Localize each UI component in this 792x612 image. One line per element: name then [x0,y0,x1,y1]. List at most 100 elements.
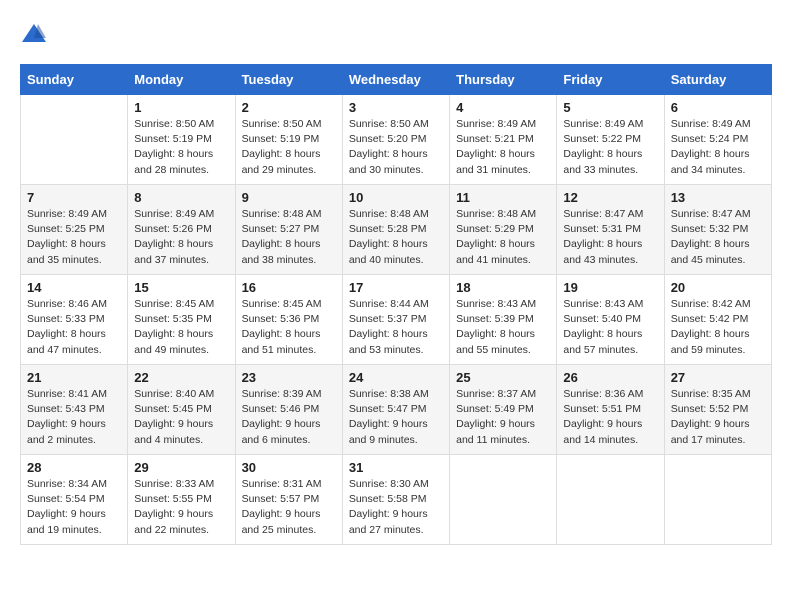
calendar-cell [21,95,128,185]
day-number: 13 [671,190,765,205]
day-number: 12 [563,190,657,205]
header-day: Wednesday [342,65,449,95]
calendar-cell: 2 Sunrise: 8:50 AM Sunset: 5:19 PM Daylig… [235,95,342,185]
day-number: 21 [27,370,121,385]
calendar-week: 28 Sunrise: 8:34 AM Sunset: 5:54 PM Dayli… [21,455,772,545]
day-info: Sunrise: 8:42 AM Sunset: 5:42 PM Dayligh… [671,297,765,358]
day-info: Sunrise: 8:40 AM Sunset: 5:45 PM Dayligh… [134,387,228,448]
day-info: Sunrise: 8:43 AM Sunset: 5:39 PM Dayligh… [456,297,550,358]
calendar-cell: 6 Sunrise: 8:49 AM Sunset: 5:24 PM Daylig… [664,95,771,185]
day-info: Sunrise: 8:49 AM Sunset: 5:24 PM Dayligh… [671,117,765,178]
calendar-cell [557,455,664,545]
calendar-cell: 18 Sunrise: 8:43 AM Sunset: 5:39 PM Dayli… [450,275,557,365]
day-number: 23 [242,370,336,385]
calendar-body: 1 Sunrise: 8:50 AM Sunset: 5:19 PM Daylig… [21,95,772,545]
day-info: Sunrise: 8:45 AM Sunset: 5:36 PM Dayligh… [242,297,336,358]
day-number: 27 [671,370,765,385]
calendar-cell: 20 Sunrise: 8:42 AM Sunset: 5:42 PM Dayli… [664,275,771,365]
day-info: Sunrise: 8:50 AM Sunset: 5:19 PM Dayligh… [134,117,228,178]
day-number: 5 [563,100,657,115]
calendar-cell [450,455,557,545]
calendar-cell: 8 Sunrise: 8:49 AM Sunset: 5:26 PM Daylig… [128,185,235,275]
day-number: 2 [242,100,336,115]
calendar-cell: 10 Sunrise: 8:48 AM Sunset: 5:28 PM Dayli… [342,185,449,275]
day-number: 19 [563,280,657,295]
calendar-cell: 14Sunrise: 8:46 AM Sunset: 5:33 PM Dayli… [21,275,128,365]
day-number: 4 [456,100,550,115]
day-info: Sunrise: 8:49 AM Sunset: 5:22 PM Dayligh… [563,117,657,178]
day-number: 20 [671,280,765,295]
header-day: Tuesday [235,65,342,95]
day-info: Sunrise: 8:49 AM Sunset: 5:21 PM Dayligh… [456,117,550,178]
day-number: 9 [242,190,336,205]
day-number: 30 [242,460,336,475]
day-number: 24 [349,370,443,385]
calendar-cell: 4 Sunrise: 8:49 AM Sunset: 5:21 PM Daylig… [450,95,557,185]
day-info: Sunrise: 8:48 AM Sunset: 5:28 PM Dayligh… [349,207,443,268]
day-info: Sunrise: 8:48 AM Sunset: 5:27 PM Dayligh… [242,207,336,268]
header-day: Friday [557,65,664,95]
calendar-week: 14Sunrise: 8:46 AM Sunset: 5:33 PM Dayli… [21,275,772,365]
calendar-cell: 7 Sunrise: 8:49 AM Sunset: 5:25 PM Daylig… [21,185,128,275]
page-header [20,20,772,48]
day-number: 26 [563,370,657,385]
logo-icon [20,20,48,48]
day-info: Sunrise: 8:33 AM Sunset: 5:55 PM Dayligh… [134,477,228,538]
day-number: 29 [134,460,228,475]
day-info: Sunrise: 8:47 AM Sunset: 5:31 PM Dayligh… [563,207,657,268]
calendar-cell: 24 Sunrise: 8:38 AM Sunset: 5:47 PM Dayli… [342,365,449,455]
day-number: 6 [671,100,765,115]
calendar-cell: 23Sunrise: 8:39 AM Sunset: 5:46 PM Dayli… [235,365,342,455]
day-number: 8 [134,190,228,205]
header-day: Thursday [450,65,557,95]
day-number: 11 [456,190,550,205]
day-number: 3 [349,100,443,115]
calendar-cell: 27 Sunrise: 8:35 AM Sunset: 5:52 PM Dayli… [664,365,771,455]
day-info: Sunrise: 8:49 AM Sunset: 5:25 PM Dayligh… [27,207,121,268]
day-info: Sunrise: 8:35 AM Sunset: 5:52 PM Dayligh… [671,387,765,448]
calendar-week: 7 Sunrise: 8:49 AM Sunset: 5:25 PM Daylig… [21,185,772,275]
day-info: Sunrise: 8:30 AM Sunset: 5:58 PM Dayligh… [349,477,443,538]
day-info: Sunrise: 8:49 AM Sunset: 5:26 PM Dayligh… [134,207,228,268]
day-number: 10 [349,190,443,205]
day-info: Sunrise: 8:43 AM Sunset: 5:40 PM Dayligh… [563,297,657,358]
calendar-cell: 13 Sunrise: 8:47 AM Sunset: 5:32 PM Dayli… [664,185,771,275]
header-day: Monday [128,65,235,95]
day-info: Sunrise: 8:50 AM Sunset: 5:19 PM Dayligh… [242,117,336,178]
day-number: 15 [134,280,228,295]
calendar-cell: 15 Sunrise: 8:45 AM Sunset: 5:35 PM Dayli… [128,275,235,365]
calendar-cell: 11 Sunrise: 8:48 AM Sunset: 5:29 PM Dayli… [450,185,557,275]
calendar-cell: 21 Sunrise: 8:41 AM Sunset: 5:43 PM Dayli… [21,365,128,455]
day-info: Sunrise: 8:44 AM Sunset: 5:37 PM Dayligh… [349,297,443,358]
day-number: 14 [27,280,121,295]
day-number: 18 [456,280,550,295]
day-info: Sunrise: 8:45 AM Sunset: 5:35 PM Dayligh… [134,297,228,358]
calendar-cell: 25 Sunrise: 8:37 AM Sunset: 5:49 PM Dayli… [450,365,557,455]
day-number: 22 [134,370,228,385]
calendar-cell: 9 Sunrise: 8:48 AM Sunset: 5:27 PM Daylig… [235,185,342,275]
day-info: Sunrise: 8:47 AM Sunset: 5:32 PM Dayligh… [671,207,765,268]
calendar-cell: 22 Sunrise: 8:40 AM Sunset: 5:45 PM Dayli… [128,365,235,455]
day-number: 7 [27,190,121,205]
calendar-cell: 12 Sunrise: 8:47 AM Sunset: 5:31 PM Dayli… [557,185,664,275]
header-row: SundayMondayTuesdayWednesdayThursdayFrid… [21,65,772,95]
day-number: 31 [349,460,443,475]
day-info: Sunrise: 8:37 AM Sunset: 5:49 PM Dayligh… [456,387,550,448]
day-number: 28 [27,460,121,475]
calendar-week: 1 Sunrise: 8:50 AM Sunset: 5:19 PM Daylig… [21,95,772,185]
day-number: 16 [242,280,336,295]
calendar-cell: 3Sunrise: 8:50 AM Sunset: 5:20 PM Daylig… [342,95,449,185]
day-number: 25 [456,370,550,385]
calendar-cell: 17 Sunrise: 8:44 AM Sunset: 5:37 PM Dayli… [342,275,449,365]
day-info: Sunrise: 8:41 AM Sunset: 5:43 PM Dayligh… [27,387,121,448]
calendar-table: SundayMondayTuesdayWednesdayThursdayFrid… [20,64,772,545]
calendar-cell: 5 Sunrise: 8:49 AM Sunset: 5:22 PM Daylig… [557,95,664,185]
day-number: 1 [134,100,228,115]
calendar-week: 21 Sunrise: 8:41 AM Sunset: 5:43 PM Dayli… [21,365,772,455]
day-info: Sunrise: 8:34 AM Sunset: 5:54 PM Dayligh… [27,477,121,538]
calendar-cell: 19 Sunrise: 8:43 AM Sunset: 5:40 PM Dayli… [557,275,664,365]
day-number: 17 [349,280,443,295]
day-info: Sunrise: 8:38 AM Sunset: 5:47 PM Dayligh… [349,387,443,448]
day-info: Sunrise: 8:48 AM Sunset: 5:29 PM Dayligh… [456,207,550,268]
header-day: Sunday [21,65,128,95]
